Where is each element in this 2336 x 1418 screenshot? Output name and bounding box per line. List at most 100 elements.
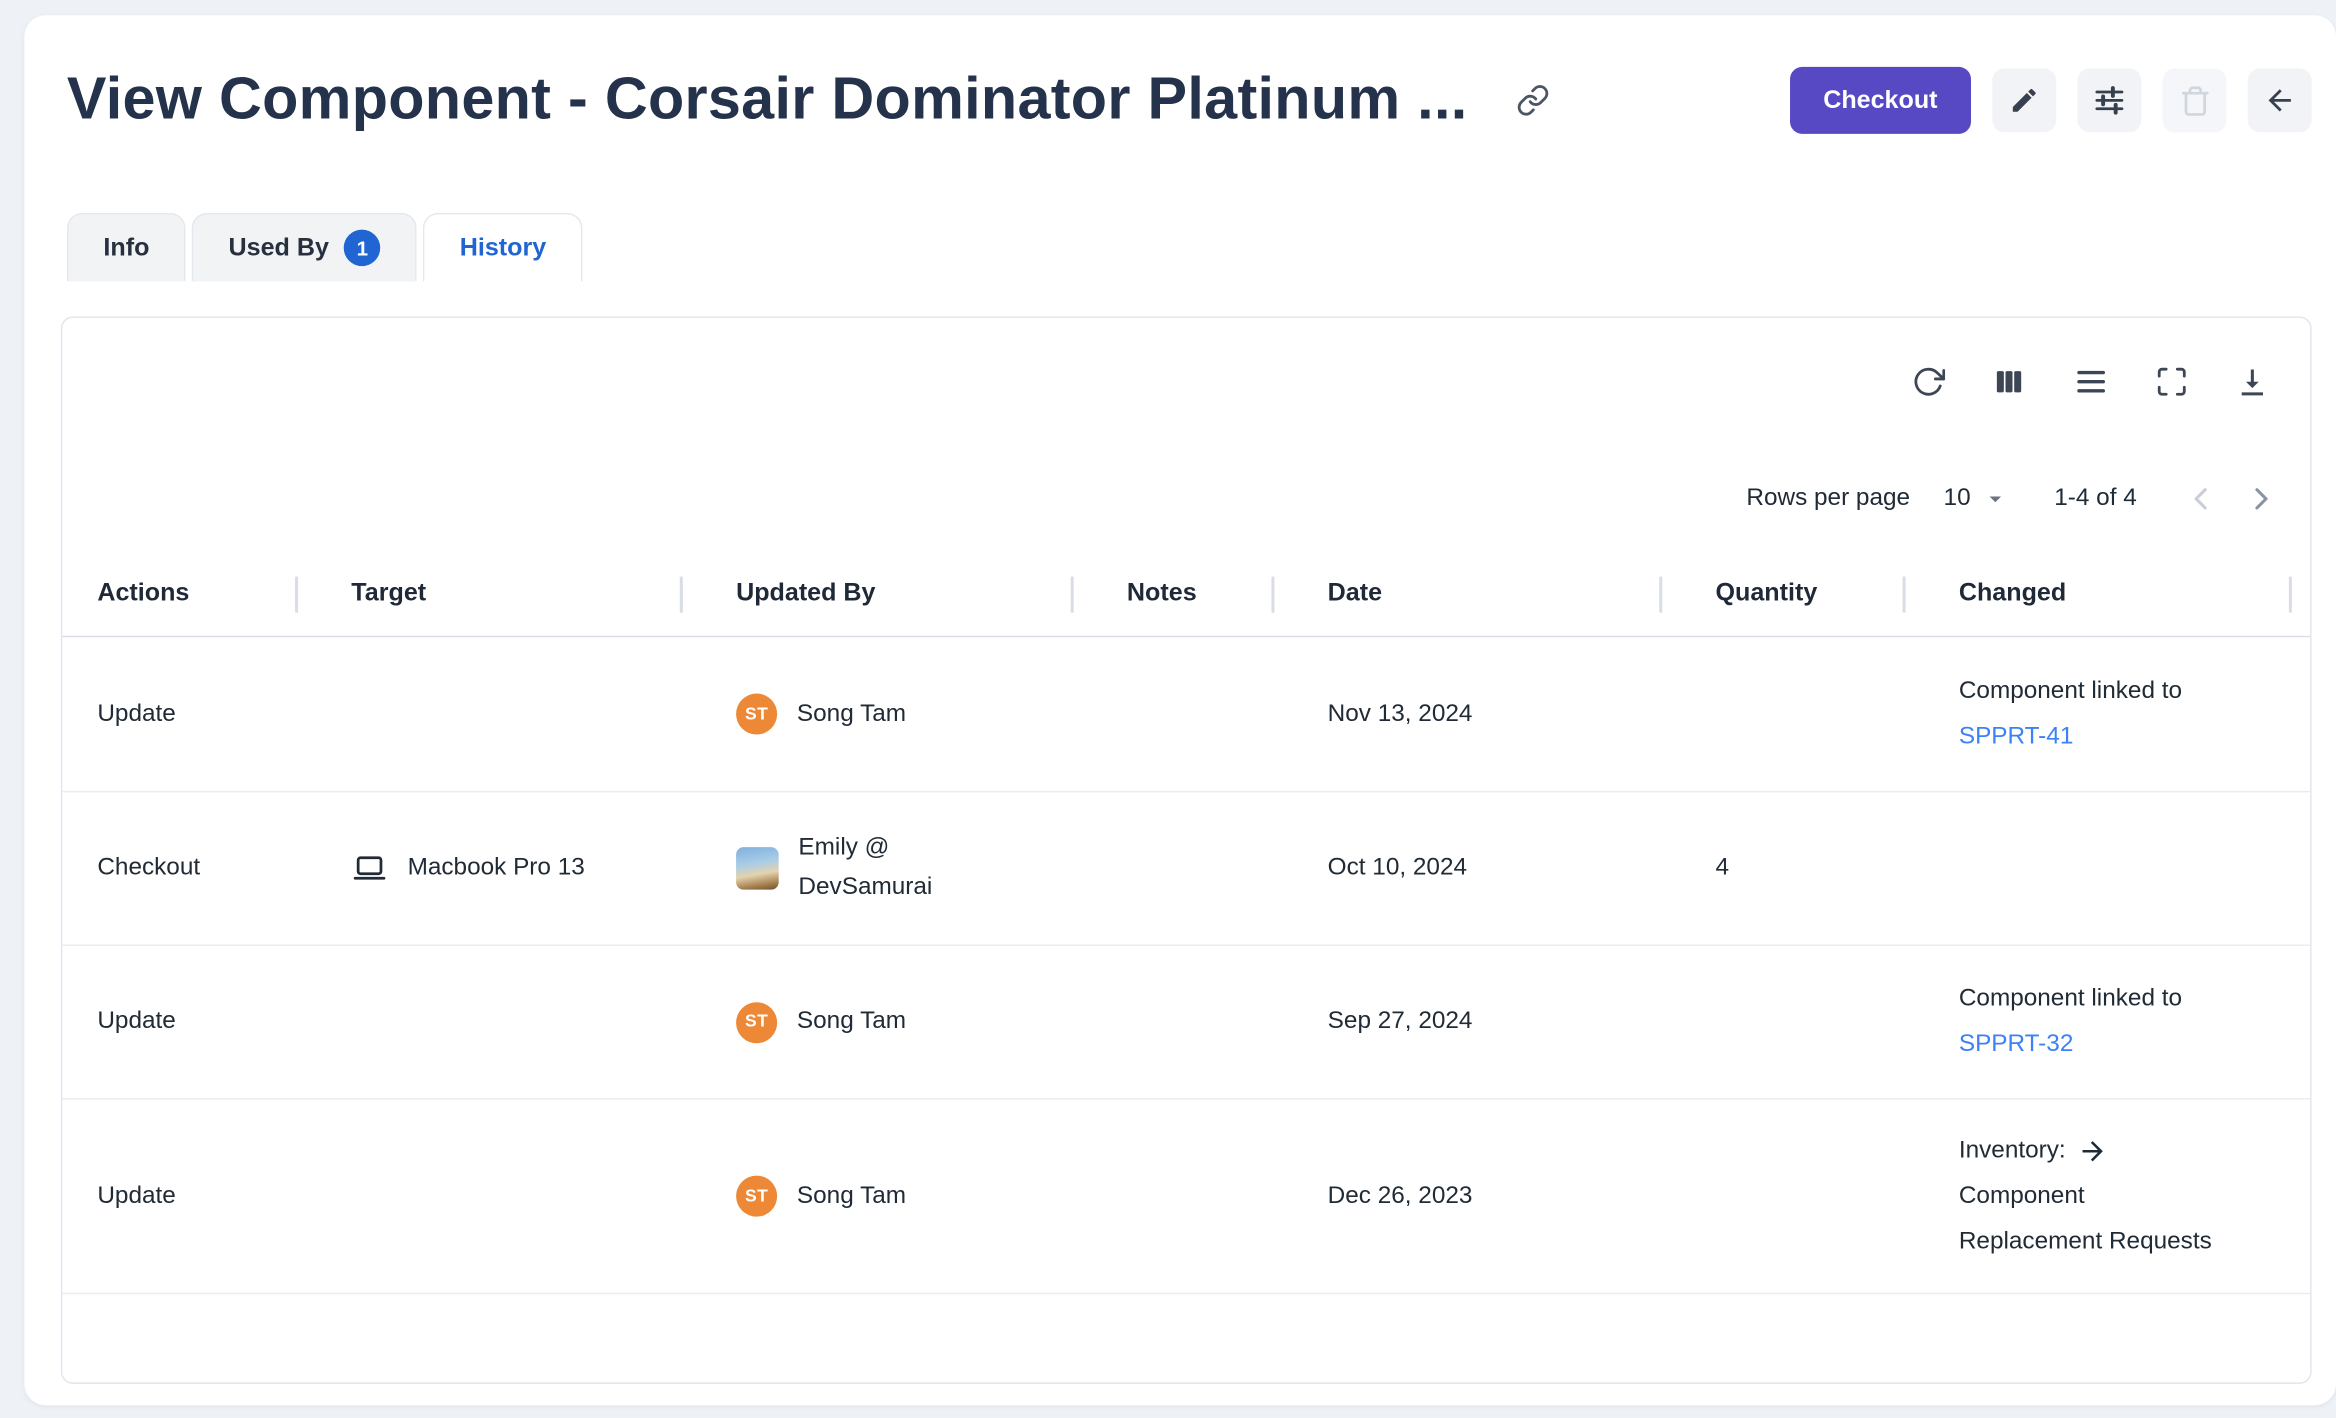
pencil-icon [2009, 85, 2039, 115]
cell-action: Update [62, 637, 298, 791]
cell-date: Dec 26, 2023 [1274, 1100, 1662, 1293]
cell-quantity [1662, 946, 1905, 1098]
fullscreen-icon [2155, 365, 2188, 398]
column-header-changed[interactable]: Changed [1906, 552, 2311, 636]
trash-icon [2179, 84, 2211, 116]
refresh-icon [1912, 365, 1945, 398]
cell-target [298, 946, 683, 1098]
changed-text: Component linked to [1959, 668, 2182, 714]
column-header-updated-by[interactable]: Updated By [683, 552, 1074, 636]
main-panel: View Component - Corsair Dominator Plati… [24, 15, 2336, 1405]
column-header-quantity[interactable]: Quantity [1662, 552, 1905, 636]
table-row: Update ST Song Tam Dec 26, 2023 Inventor… [62, 1100, 2310, 1295]
page-header: View Component - Corsair Dominator Plati… [24, 15, 2336, 146]
cell-quantity: 4 [1662, 792, 1905, 944]
cell-target [298, 1100, 683, 1293]
download-button[interactable] [2234, 363, 2271, 400]
cell-notes [1074, 792, 1275, 944]
column-header-date[interactable]: Date [1274, 552, 1662, 636]
chevron-right-icon [2243, 481, 2280, 518]
changed-target-line: Component [1959, 1173, 2085, 1219]
chevron-left-icon [2182, 481, 2219, 518]
cell-target [298, 637, 683, 791]
cell-notes [1074, 1100, 1275, 1293]
avatar-photo [736, 847, 779, 890]
columns-button[interactable] [1991, 363, 2028, 400]
cell-notes [1074, 637, 1275, 791]
checkout-button[interactable]: Checkout [1790, 67, 1971, 134]
column-header-target[interactable]: Target [298, 552, 683, 636]
title-wrap: View Component - Corsair Dominator Plati… [67, 55, 1550, 146]
arrow-right-icon [2078, 1135, 2108, 1165]
pagination-bar: Rows per page 10 1-4 of 4 [62, 446, 2310, 552]
cell-quantity [1662, 1100, 1905, 1293]
cell-updated-by: ST Song Tam [683, 946, 1074, 1098]
tab-bar: Info Used By 1 History [67, 213, 2336, 281]
tab-used-by-label: Used By [229, 233, 329, 262]
tab-info-label: Info [103, 233, 149, 262]
target-name[interactable]: Macbook Pro 13 [408, 855, 585, 882]
cell-date: Nov 13, 2024 [1274, 637, 1662, 791]
pagination-range: 1-4 of 4 [2054, 485, 2137, 512]
tab-info[interactable]: Info [67, 213, 186, 281]
rows-per-page-value: 10 [1944, 485, 1971, 512]
back-button[interactable] [2248, 68, 2312, 132]
table-footer-empty [62, 1294, 2310, 1385]
updated-by-name: Song Tam [797, 694, 906, 734]
density-icon [2073, 363, 2110, 400]
copy-link-icon[interactable] [1516, 84, 1549, 117]
changed-link[interactable]: SPPRT-41 [1959, 714, 2074, 760]
app-viewport: View Component - Corsair Dominator Plati… [0, 0, 2336, 1417]
tab-used-by[interactable]: Used By 1 [192, 213, 417, 281]
density-button[interactable] [2073, 363, 2110, 400]
cell-updated-by: Emily @ DevSamurai [683, 792, 1074, 944]
delete-button[interactable] [2163, 68, 2227, 132]
grid-toolbar [62, 318, 2310, 446]
refresh-button[interactable] [1912, 365, 1945, 398]
cell-changed: Component linked to SPPRT-41 [1906, 637, 2311, 791]
fullscreen-button[interactable] [2155, 365, 2188, 398]
table-row: Update ST Song Tam Sep 27, 2024 Componen… [62, 946, 2310, 1100]
cell-action: Update [62, 1100, 298, 1293]
caret-down-icon [1981, 485, 2008, 512]
updated-by-name: Emily @ DevSamurai [798, 829, 968, 908]
cell-updated-by: ST Song Tam [683, 637, 1074, 791]
updated-by-name: Song Tam [797, 1176, 906, 1216]
table-row: Update ST Song Tam Nov 13, 2024 Componen… [62, 637, 2310, 792]
edit-button[interactable] [1992, 68, 2056, 132]
history-card: Rows per page 10 1-4 of 4 [61, 316, 2312, 1384]
updated-by-name: Song Tam [797, 1002, 906, 1042]
changed-text: Inventory: [1959, 1128, 2108, 1174]
table-row: Checkout Macbook Pro 13 Emily @ DevSamur… [62, 792, 2310, 946]
cell-quantity [1662, 637, 1905, 791]
rows-per-page-label: Rows per page [1746, 485, 1910, 512]
tab-history[interactable]: History [423, 213, 582, 281]
columns-icon [1991, 363, 2028, 400]
cell-changed: Component linked to SPPRT-32 [1906, 946, 2311, 1098]
avatar: ST [736, 693, 777, 734]
header-actions: Checkout [1790, 67, 2312, 134]
cell-updated-by: ST Song Tam [683, 1100, 1074, 1293]
column-header-actions[interactable]: Actions [62, 552, 298, 636]
next-page-button[interactable] [2231, 468, 2292, 529]
rows-per-page-select[interactable]: 10 [1944, 485, 2009, 512]
customize-fields-button[interactable] [2077, 68, 2141, 132]
arrow-left-icon [2263, 84, 2296, 117]
changed-link[interactable]: SPPRT-32 [1959, 1022, 2074, 1068]
cell-action: Checkout [62, 792, 298, 944]
download-icon [2234, 363, 2271, 400]
cell-changed: Inventory: Component Replacement Request… [1906, 1100, 2311, 1293]
column-header-notes[interactable]: Notes [1074, 552, 1275, 636]
page-title: View Component - Corsair Dominator Plati… [67, 55, 1468, 146]
cell-date: Oct 10, 2024 [1274, 792, 1662, 944]
changed-text: Component linked to [1959, 976, 2182, 1022]
tab-history-label: History [460, 233, 546, 262]
avatar: ST [736, 1001, 777, 1042]
laptop-icon [351, 850, 387, 887]
table-header-row: Actions Target Updated By Notes Date Qua… [62, 552, 2310, 637]
previous-page-button[interactable] [2170, 468, 2231, 529]
changed-prefix: Inventory: [1959, 1128, 2066, 1174]
sliders-icon [2093, 84, 2126, 117]
used-by-count-badge: 1 [344, 230, 381, 267]
cell-target: Macbook Pro 13 [298, 792, 683, 944]
